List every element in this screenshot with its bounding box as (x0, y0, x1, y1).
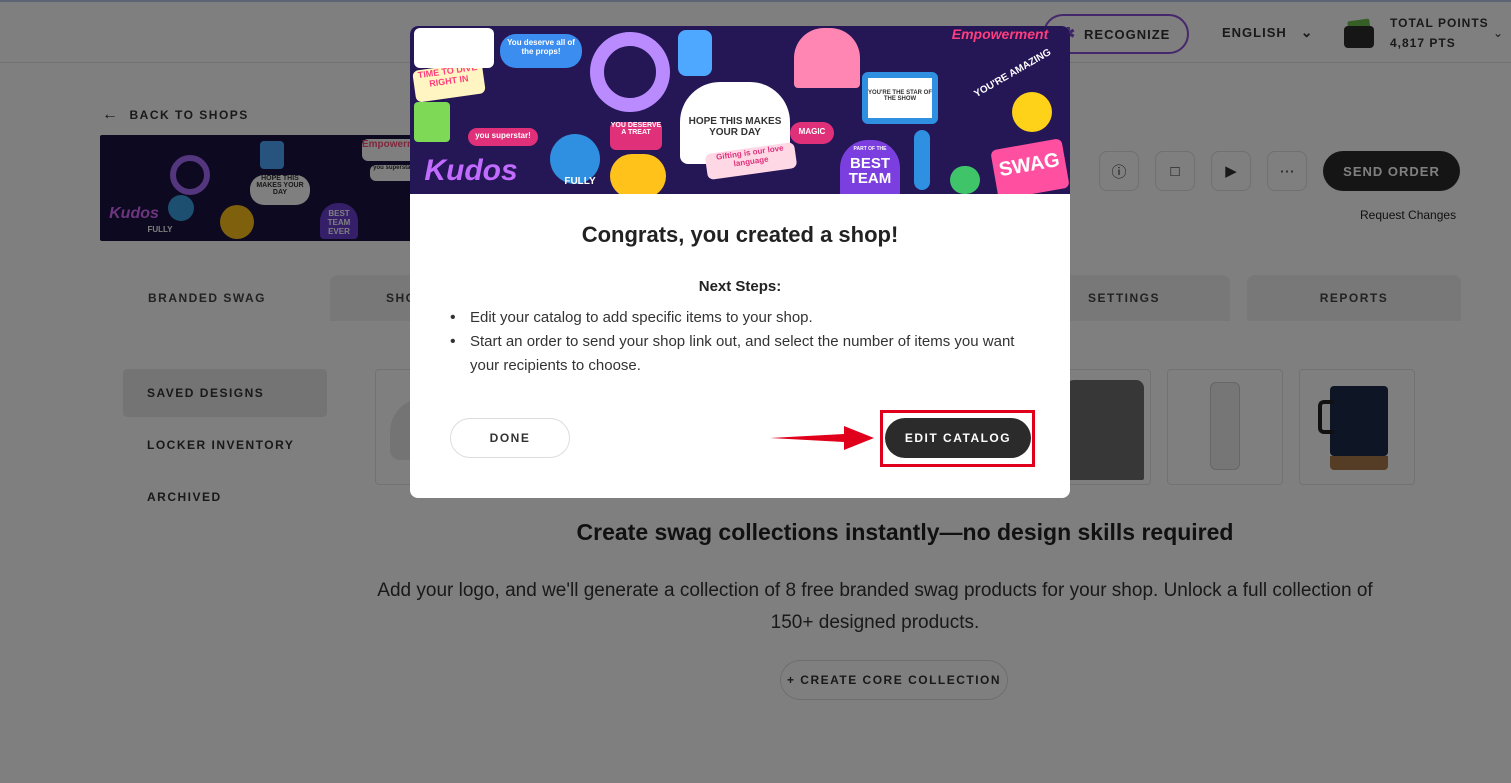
hero-flower (610, 154, 666, 194)
hero-sticker-fully: FULLY (564, 176, 596, 187)
modal-title: Congrats, you created a shop! (581, 222, 899, 247)
done-button[interactable]: DONE (450, 418, 570, 458)
hero-sticker-star-of-show: YOU'RE THE STAR OF THE SHOW (862, 72, 938, 124)
hero-gift (414, 102, 450, 142)
hero-sticker-part-of: PART OF THE (853, 146, 887, 152)
hero-peace-hand (678, 30, 712, 76)
hero-sticker-magic: MAGIC (790, 122, 834, 144)
list-item: Edit your catalog to add specific items … (450, 306, 1030, 330)
next-steps-list: Edit your catalog to add specific items … (450, 306, 1030, 378)
hero-sticker-ring (590, 32, 670, 112)
annotation-arrow-icon (770, 426, 874, 450)
hero-person-left (414, 28, 494, 68)
hero-phone (914, 130, 930, 190)
list-item: Start an order to send your shop link ou… (450, 330, 1030, 378)
next-steps-heading: Next Steps: (698, 278, 782, 295)
hero-sticker-treat: YOU DESERVE A TREAT (610, 122, 662, 150)
hero-star-face (1012, 92, 1052, 132)
annotation-highlight-box (880, 410, 1035, 467)
hero-sticker-empowerment: Empowerment (951, 26, 1049, 42)
hero-sticker-deserve: You deserve all of the props! (500, 34, 582, 68)
hero-sticker-kudos: Kudos (424, 154, 518, 187)
hero-sticker-swag: SWAG (990, 138, 1070, 194)
hero-person (794, 28, 860, 88)
modal-hero-stickers: Kudos TIME TO DIVE RIGHT IN You deserve … (410, 26, 1070, 194)
hero-sticker-superstar: you superstar! (468, 128, 538, 146)
hero-green-blob (950, 166, 980, 194)
